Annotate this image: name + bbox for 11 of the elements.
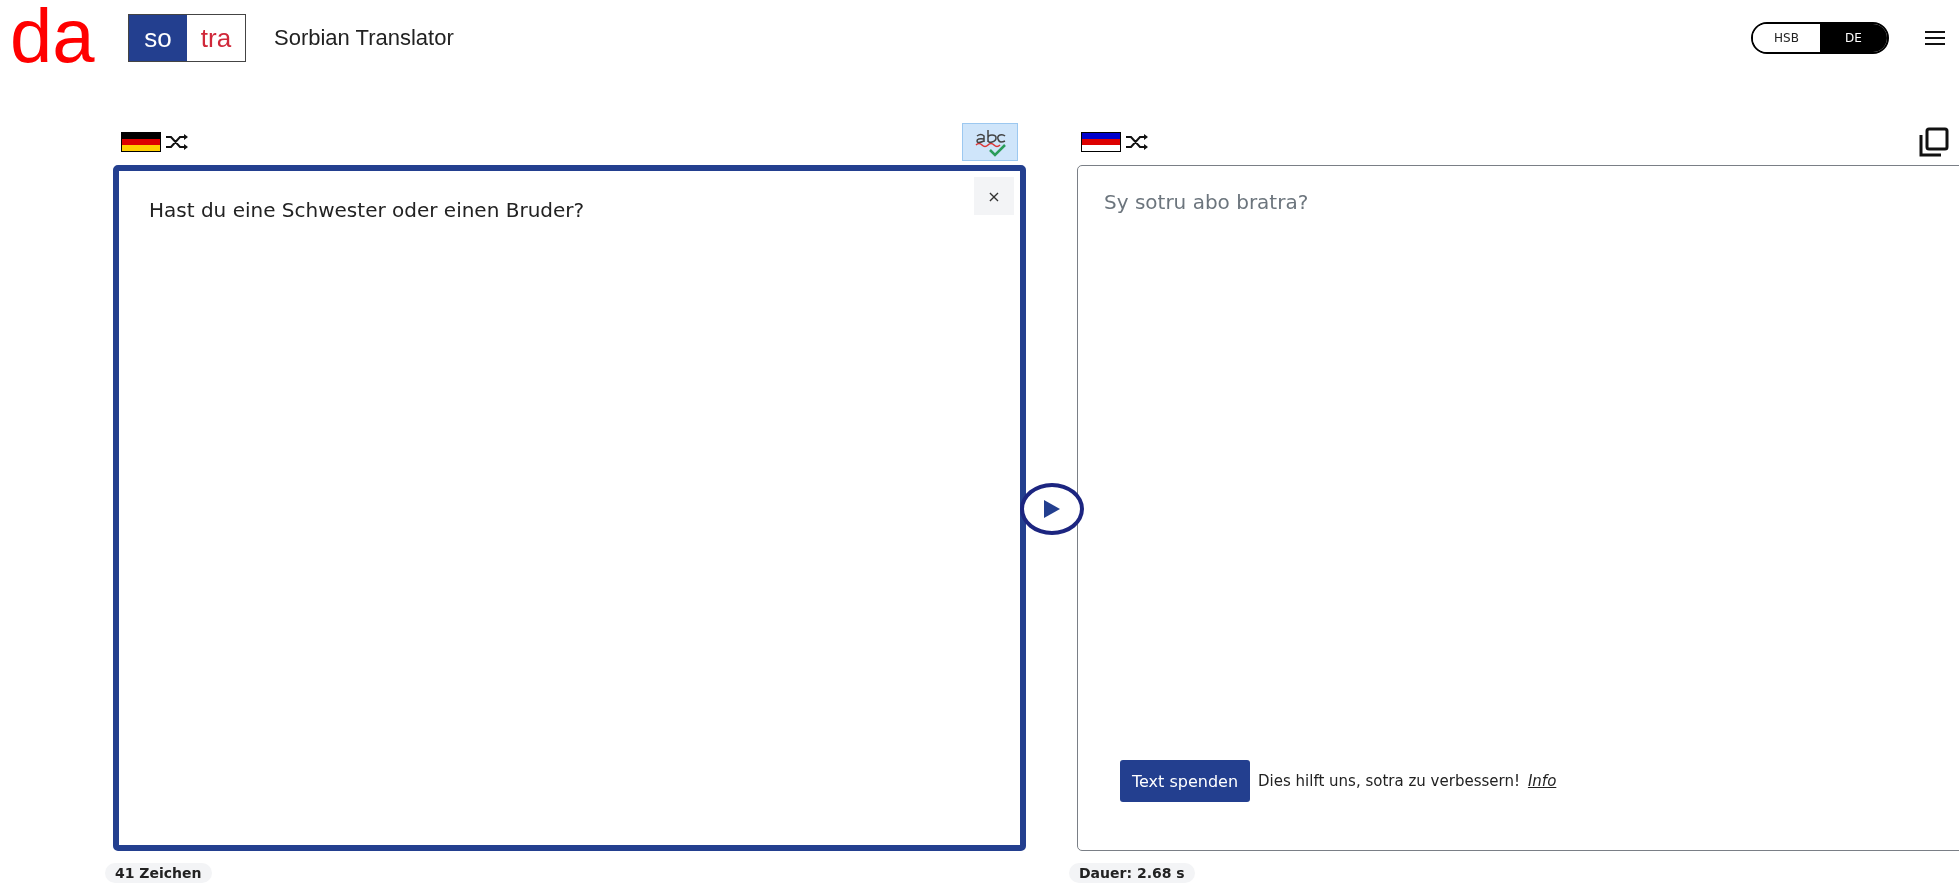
duration-label: Dauer: 2.68 s [1069, 863, 1195, 883]
app-title: Sorbian Translator [274, 25, 454, 51]
translated-text: Sy sotru abo bratra? [1104, 190, 1310, 214]
sotra-logo[interactable]: so tra [128, 14, 246, 62]
clear-button[interactable]: × [974, 177, 1014, 215]
donate-note: Dies hilft uns, sotra zu verbessern! [1258, 772, 1520, 790]
character-count: 41 Zeichen [105, 863, 212, 883]
donate-button[interactable]: Text spenden [1120, 760, 1251, 802]
logo-text: da [10, 0, 94, 74]
info-link[interactable]: Info [1527, 772, 1557, 790]
language-option[interactable]: DE [1820, 24, 1887, 52]
